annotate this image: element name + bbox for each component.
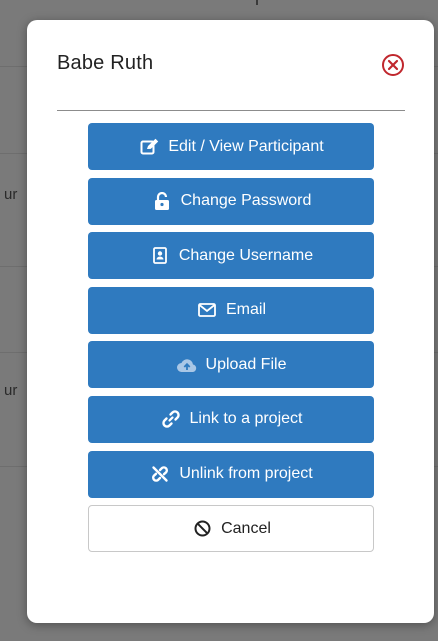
background-row-text: ur — [4, 382, 18, 399]
button-label: Email — [225, 301, 266, 319]
actions-list: Edit / View Participant Change Password — [88, 123, 374, 560]
modal-title: Babe Ruth — [57, 52, 154, 74]
cancel-button[interactable]: Cancel — [88, 505, 374, 553]
id-card-icon — [149, 246, 171, 266]
background-row-text: ur — [4, 186, 18, 203]
button-label: Upload File — [205, 355, 287, 373]
close-circle-icon — [382, 54, 404, 76]
edit-view-participant-button[interactable]: Edit / View Participant — [88, 123, 374, 170]
link-icon — [160, 409, 182, 429]
envelope-icon — [196, 300, 218, 320]
edit-icon — [138, 137, 160, 157]
upload-file-button[interactable]: Upload File — [88, 341, 374, 389]
cloud-upload-icon — [176, 355, 198, 375]
button-label: Cancel — [221, 519, 271, 537]
link-project-button[interactable]: Link to a project — [88, 395, 374, 443]
participant-actions-modal: Babe Ruth Edit / View Participant Change… — [27, 20, 434, 623]
lock-open-icon — [151, 191, 173, 211]
email-button[interactable]: Email — [88, 286, 374, 334]
unlink-icon — [149, 464, 171, 484]
modal-header: Babe Ruth — [57, 52, 405, 111]
button-label: Edit / View Participant — [168, 137, 324, 155]
change-password-button[interactable]: Change Password — [88, 177, 374, 225]
ban-icon — [191, 519, 213, 539]
unlink-project-button[interactable]: Unlink from project — [88, 450, 374, 498]
button-label: Unlink from project — [179, 465, 313, 483]
background-tick — [256, 0, 258, 5]
button-label: Change Password — [180, 192, 312, 210]
button-label: Link to a project — [189, 410, 303, 428]
button-label: Change Username — [178, 246, 314, 264]
change-username-button[interactable]: Change Username — [88, 232, 374, 280]
close-button[interactable] — [381, 53, 405, 77]
